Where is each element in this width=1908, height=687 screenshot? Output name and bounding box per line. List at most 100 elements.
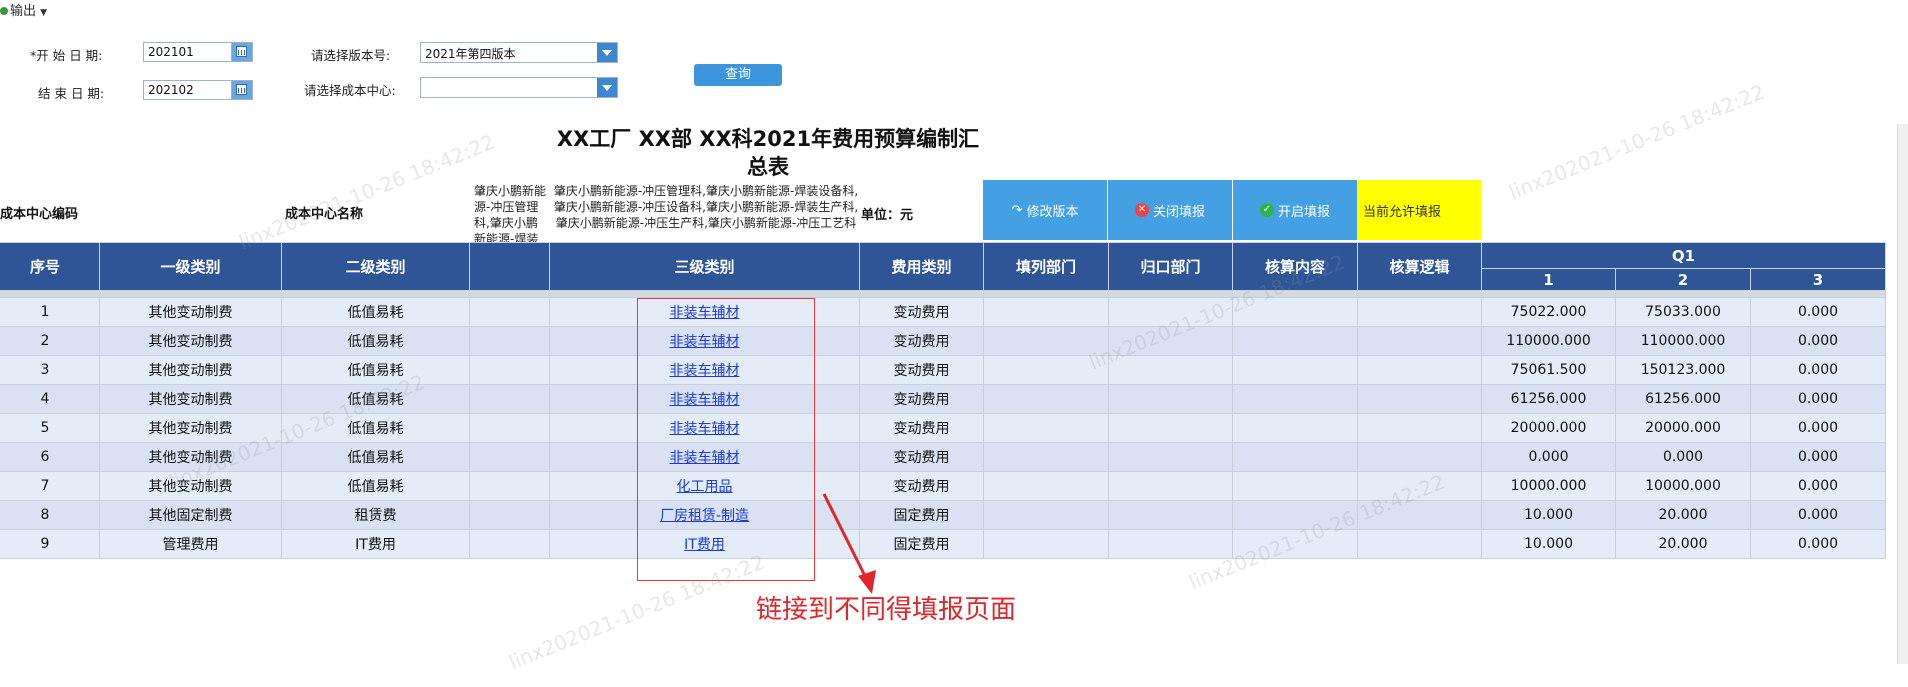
- start-date-field[interactable]: 202101: [143, 42, 253, 62]
- report-title-line2: 总表: [747, 155, 789, 179]
- col-header-level3: 三级类别: [549, 242, 860, 291]
- version-value: 2021年第四版本: [425, 47, 516, 61]
- cell-level2: 低值易耗: [281, 413, 470, 443]
- cell-month2: 20000.000: [1615, 413, 1751, 443]
- cost-center-select[interactable]: [420, 77, 618, 98]
- cell-blank: [469, 326, 550, 356]
- cell-level2: 低值易耗: [281, 326, 470, 356]
- version-select[interactable]: 2021年第四版本: [420, 42, 618, 63]
- redo-arrow-icon: ↷: [1011, 202, 1023, 218]
- cost-center-description-right: 肇庆小鹏新能源-冲压管理科,肇庆小鹏新能源-焊装设备科,肇庆小鹏新能源-冲压设备…: [553, 184, 859, 230]
- cell-level1: 其他变动制费: [99, 384, 282, 414]
- cell-level1: 其他固定制费: [99, 500, 282, 530]
- cell-calc-logic: [1357, 355, 1482, 385]
- annotation-note: 链接到不同得填报页面: [756, 595, 1017, 625]
- cell-expense-type: 变动费用: [859, 442, 984, 472]
- cell-level1: 其他变动制费: [99, 471, 282, 501]
- annotation-arrow-icon: [822, 493, 876, 594]
- table-row: 4 其他变动制费 低值易耗 非装车辅材 变动费用 61256.000 61256.000 0.…: [0, 384, 1886, 414]
- table-row: 3 其他变动制费 低值易耗 非装车辅材 变动费用 75061.500 150123.000 0…: [0, 355, 1886, 385]
- cell-month2: 0.000: [1615, 442, 1751, 472]
- cell-fill-dept: [983, 326, 1109, 356]
- table-row: 9 管理费用 IT费用 IT费用 固定费用 10.000 20.000 0.000: [0, 529, 1886, 559]
- cell-blank: [469, 471, 550, 501]
- cell-owner-dept: [1108, 471, 1233, 501]
- col-header-calc-logic: 核算逻辑: [1357, 242, 1482, 291]
- cell-calc-content: [1232, 413, 1358, 443]
- cell-owner-dept: [1108, 413, 1233, 443]
- version-label: 请选择版本号:: [311, 48, 391, 63]
- modify-version-button[interactable]: ↷ 修改版本: [983, 180, 1107, 240]
- cell-month2: 110000.000: [1615, 326, 1751, 356]
- cell-level2: 租赁费: [281, 500, 470, 530]
- cost-center-code-label: 成本中心编码: [0, 207, 79, 222]
- cell-level2: 低值易耗: [281, 384, 470, 414]
- cell-calc-content: [1232, 355, 1358, 385]
- end-date-field[interactable]: 202102: [143, 80, 253, 100]
- cell-level2: 低值易耗: [281, 471, 470, 501]
- cell-month3: 0.000: [1750, 384, 1886, 414]
- calendar-icon[interactable]: [231, 43, 252, 61]
- report-title-line1: XX工厂 XX部 XX科2021年费用预算编制汇: [556, 127, 980, 151]
- cell-month2: 10000.000: [1615, 471, 1751, 501]
- modify-version-label: 修改版本: [1026, 204, 1079, 220]
- col-header-fill-dept: 填列部门: [983, 242, 1109, 291]
- cell-month1: 61256.000: [1481, 384, 1616, 414]
- cell-fill-dept: [983, 471, 1109, 501]
- cell-level2: 低值易耗: [281, 355, 470, 385]
- cell-fill-dept: [983, 442, 1109, 472]
- cost-center-label: 请选择成本中心:: [304, 83, 396, 98]
- chevron-down-icon[interactable]: [597, 43, 617, 62]
- col-header-seq: 序号: [0, 242, 100, 291]
- end-date-value: 202102: [148, 83, 194, 97]
- cell-level2: IT费用: [281, 529, 470, 559]
- cell-blank: [469, 529, 550, 559]
- cell-month3: 0.000: [1750, 326, 1886, 356]
- export-icon: [0, 7, 8, 15]
- budget-table: 序号 一级类别 二级类别 三级类别 费用类别 填列部门 归口部门 核算内容 核算…: [0, 242, 1886, 559]
- cell-expense-type: 变动费用: [859, 384, 984, 414]
- cell-calc-logic: [1357, 529, 1482, 559]
- cell-calc-logic: [1357, 442, 1482, 472]
- cell-blank: [469, 442, 550, 472]
- cell-month3: 0.000: [1750, 529, 1886, 559]
- cell-owner-dept: [1108, 500, 1233, 530]
- report-title: XX工厂 XX部 XX科2021年费用预算编制汇 总表: [545, 125, 991, 181]
- cell-seq: 9: [0, 529, 100, 559]
- col-header-month2: 2: [1615, 268, 1751, 291]
- export-menu[interactable]: 输出 ▼: [0, 0, 47, 19]
- cell-owner-dept: [1108, 326, 1233, 356]
- cell-seq: 2: [0, 326, 100, 356]
- table-row: 7 其他变动制费 低值易耗 化工用品 变动费用 10000.000 10000.000 0.0…: [0, 471, 1886, 501]
- cell-level1: 其他变动制费: [99, 326, 282, 356]
- col-header-month1: 1: [1481, 268, 1616, 291]
- col-header-month3: 3: [1750, 268, 1886, 291]
- cell-calc-logic: [1357, 384, 1482, 414]
- cell-month3: 0.000: [1750, 413, 1886, 443]
- query-button[interactable]: 查询: [694, 64, 782, 86]
- cell-expense-type: 变动费用: [859, 355, 984, 385]
- close-fill-label: 关闭填报: [1152, 204, 1205, 220]
- export-label: 输出: [10, 4, 37, 19]
- cell-month1: 20000.000: [1481, 413, 1616, 443]
- open-fill-button[interactable]: ✓ 开启填报: [1233, 180, 1357, 240]
- cell-fill-dept: [983, 297, 1109, 327]
- cost-center-description-left: 肇庆小鹏新能源-冲压管理科,肇庆小鹏新能源-焊装生产科,肇庆小鹏新能源-: [474, 184, 547, 242]
- cell-level2: 低值易耗: [281, 297, 470, 327]
- cell-blank: [469, 355, 550, 385]
- cell-calc-logic: [1357, 413, 1482, 443]
- cell-calc-content: [1232, 442, 1358, 472]
- vertical-scrollbar[interactable]: [1897, 124, 1908, 664]
- cell-level1: 其他变动制费: [99, 413, 282, 443]
- calendar-icon[interactable]: [231, 81, 252, 99]
- cell-month1: 0.000: [1481, 442, 1616, 472]
- table-row: 8 其他固定制费 租赁费 厂房租赁-制造 固定费用 10.000 20.000 0.000: [0, 500, 1886, 530]
- chevron-down-icon[interactable]: [597, 78, 617, 97]
- cell-blank: [469, 297, 550, 327]
- cell-owner-dept: [1108, 355, 1233, 385]
- close-fill-button[interactable]: ✕ 关闭填报: [1108, 180, 1232, 240]
- table-row: 6 其他变动制费 低值易耗 非装车辅材 变动费用 0.000 0.000 0.000: [0, 442, 1886, 472]
- cell-fill-dept: [983, 384, 1109, 414]
- watermark: linx202021-10-26 18:42:22: [235, 129, 499, 255]
- cell-month1: 10.000: [1481, 529, 1616, 559]
